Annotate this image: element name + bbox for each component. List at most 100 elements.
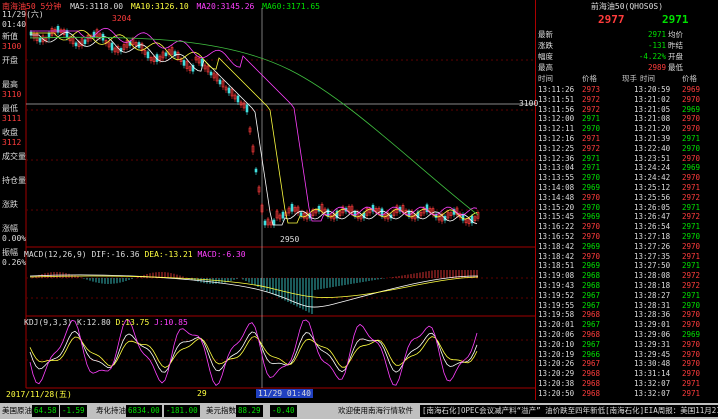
tick-price-2: 2971 — [682, 261, 701, 271]
tick-time: 13:18:42 — [538, 241, 575, 251]
tick-price: 2970 — [582, 192, 601, 202]
tick-price-2: 2970 — [682, 124, 701, 134]
tick-time-2: 13:22:40 — [634, 143, 671, 153]
chart-header: 南海油50 5分钟 MA5:3118.00 MA10:3126.10 MA20:… — [2, 1, 320, 12]
kline-chart[interactable]: 南海油50 5分钟 MA5:3118.00 MA10:3126.10 MA20:… — [0, 0, 538, 400]
tick-row: 13:19:55 2967 13:28:31 2970 — [536, 301, 718, 311]
candle-body — [263, 220, 267, 226]
tick-time: 13:12:16 — [538, 134, 575, 143]
tick-row: 13:14:48 2970 13:25:56 2972 — [536, 193, 718, 203]
tick-row: 13:14:08 2969 13:25:12 2971 — [536, 183, 718, 193]
tick-price-2: 2971 — [682, 388, 701, 398]
tick-row: 13:19:43 2968 13:28:18 2972 — [536, 281, 718, 291]
info-label: 最高 — [2, 80, 18, 89]
tick-price: 2971 — [582, 134, 601, 143]
stat-row: 最高 2989 最低 — [536, 63, 718, 73]
tick-price-2: 2970 — [682, 339, 701, 349]
index3-change: -0.40 — [270, 405, 297, 417]
status-bar: 美国原油 64.58 -1.59 寿化持油 6834.00 -181.00 美元… — [0, 403, 718, 419]
tick-row: 13:11:26 2973 13:20:59 2969 — [536, 85, 718, 95]
tick-time-2: 13:27:26 — [634, 241, 671, 251]
ma5-label: MA5:3118.00 — [70, 2, 124, 11]
tick-price: 2968 — [582, 281, 601, 290]
tick-time: 13:13:04 — [538, 163, 575, 173]
info-value: 0.26% — [2, 258, 27, 267]
tick-time: 13:15:45 — [538, 212, 575, 222]
candle-body — [245, 104, 249, 113]
tick-price-2: 2972 — [682, 271, 701, 281]
tick-price-2: 2971 — [682, 134, 701, 143]
tick-price-2: 2969 — [682, 104, 701, 114]
candle-body — [272, 219, 276, 226]
tick-price-2: 2971 — [682, 251, 701, 261]
tick-time-2: 13:26:05 — [634, 202, 671, 212]
tick-time: 13:20:50 — [538, 388, 575, 398]
kdj-k-line — [29, 330, 478, 373]
tick-time: 13:20:26 — [538, 359, 575, 369]
tick-time-2: 13:24:42 — [634, 173, 671, 183]
info-label: 涨幅 — [2, 224, 18, 233]
stat-value: -131 — [647, 41, 666, 50]
news-ticker[interactable]: [南海石化]OPEC会议减产料“溢产” 油价跌至四年新低[南海石化]EIA周报：… — [420, 405, 718, 417]
tick-price: 2971 — [582, 163, 601, 173]
tick-time: 13:14:08 — [538, 183, 575, 192]
tick-time-2: 13:28:31 — [634, 300, 671, 310]
tick-time: 13:11:26 — [538, 85, 575, 94]
tick-time: 13:19:43 — [538, 281, 575, 290]
time-axis-cursor: 11/29 01:40 — [256, 389, 313, 398]
tick-row: 13:20:19 2966 13:29:45 2970 — [536, 350, 718, 360]
tick-price: 2969 — [582, 183, 601, 192]
tick-price-2: 2970 — [682, 94, 701, 104]
tick-row: 13:19:58 2968 13:28:36 2970 — [536, 310, 718, 320]
tick-price-2: 2969 — [682, 330, 701, 339]
info-date: 11/29(六) — [2, 10, 44, 19]
tick-row: 13:20:26 2967 13:30:48 2970 — [536, 359, 718, 369]
tick-time: 13:18:51 — [538, 261, 575, 271]
stat-label: 最高 — [538, 63, 553, 72]
stat-row: 最新 2971 均价 — [536, 30, 718, 40]
tick-price: 2968 — [582, 369, 601, 379]
tick-price: 2967 — [582, 320, 601, 330]
info-label: 新值 — [2, 32, 18, 41]
tick-row: 13:18:51 2969 13:27:50 2971 — [536, 261, 718, 271]
candle-body — [74, 42, 78, 47]
tick-time-2: 13:28:08 — [634, 271, 671, 281]
ma60-line — [29, 36, 479, 216]
info-time: 01:40 — [2, 20, 27, 29]
tick-time-2: 13:30:48 — [634, 359, 671, 369]
tick-row: 13:20:01 2967 13:29:01 2970 — [536, 320, 718, 330]
macd-dea: DEA:-13.21 — [144, 250, 193, 259]
info-value: 3100 — [2, 42, 22, 51]
tick-row: 13:12:25 2972 13:22:40 2970 — [536, 144, 718, 154]
tick-time-2: 13:23:51 — [634, 153, 671, 163]
info-label: 涨跌 — [2, 200, 18, 209]
panel-title: 前海油50(QHOS0S) — [590, 2, 664, 11]
tick-price-2: 2970 — [682, 349, 701, 359]
info-value: 3112 — [2, 138, 22, 147]
tick-price: 2971 — [582, 153, 601, 163]
tick-price: 2968 — [582, 271, 601, 281]
ask-price: 2971 — [662, 13, 689, 26]
info-label: 最低 — [2, 104, 18, 113]
tick-price-2: 2971 — [682, 290, 701, 300]
tick-price-2: 2972 — [682, 212, 701, 222]
candle-body — [218, 79, 222, 85]
tick-price-2: 2970 — [682, 369, 701, 379]
tick-time: 13:12:25 — [538, 143, 575, 153]
tick-time-2: 13:21:20 — [634, 124, 671, 134]
tick-time-2: 13:27:35 — [634, 251, 671, 261]
kdj-header: KDJ(9,3,3) K:12.80 D:13.75 J:10.85 — [24, 318, 188, 327]
tick-row: 13:16:22 2970 13:26:54 2971 — [536, 222, 718, 232]
index1-change: -1.59 — [60, 405, 87, 417]
candle-body — [182, 60, 186, 66]
index1-name: 美国原油 — [2, 406, 32, 415]
ma20-label: MA20:3145.26 — [196, 2, 255, 11]
tick-time-2: 13:20:59 — [634, 85, 671, 94]
tick-time-2: 13:21:02 — [634, 94, 671, 104]
col-header-time: 时间 — [538, 74, 553, 83]
stat-value: 2989 — [647, 63, 666, 72]
tick-price: 2968 — [582, 379, 601, 388]
dea-line — [29, 275, 479, 298]
tick-time: 13:19:58 — [538, 310, 575, 320]
tick-row: 13:20:29 2968 13:31:14 2970 — [536, 369, 718, 379]
